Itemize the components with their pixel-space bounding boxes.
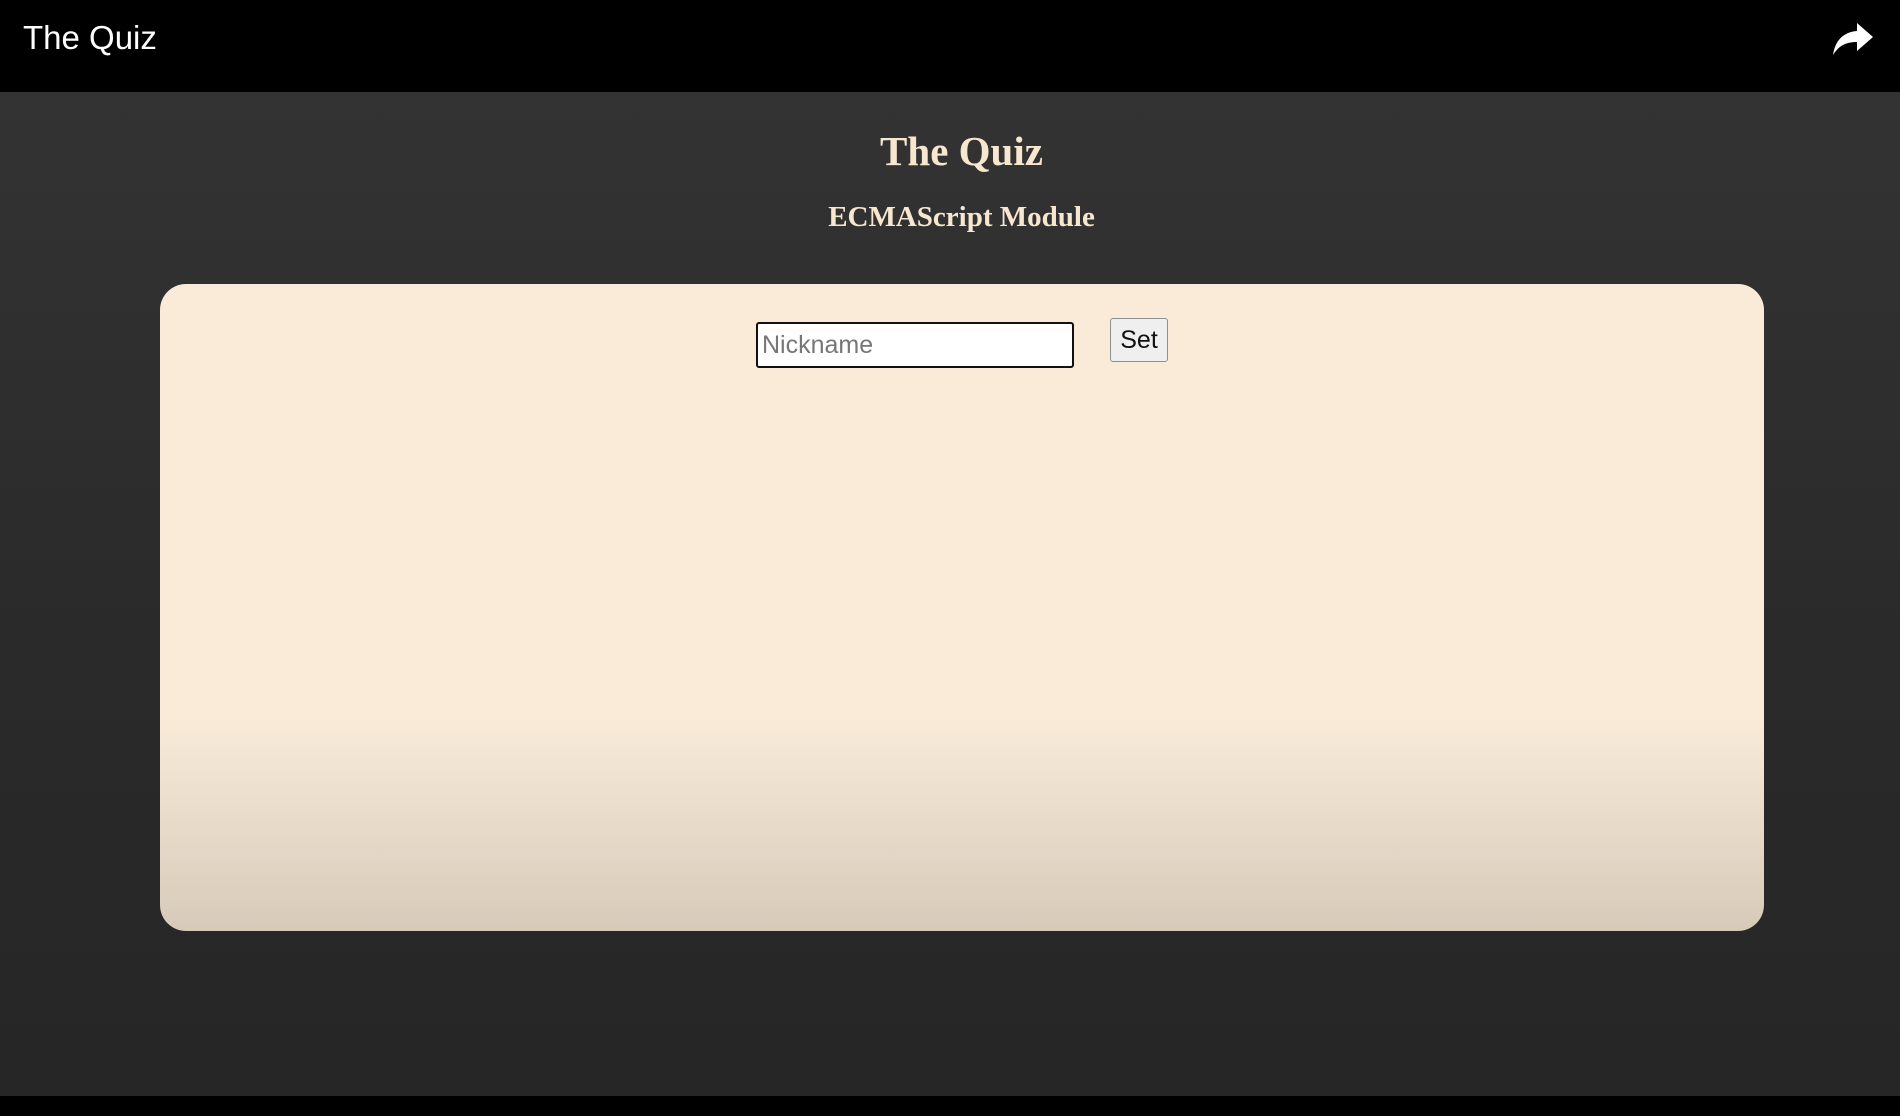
page-title: The Quiz bbox=[880, 128, 1043, 174]
quiz-panel: Set bbox=[160, 284, 1764, 931]
page-body: The Quiz ECMAScript Module Set bbox=[0, 92, 1900, 1096]
video-top-bar: The Quiz bbox=[0, 0, 1900, 92]
nickname-input[interactable] bbox=[756, 322, 1074, 368]
share-arrow-icon[interactable] bbox=[1831, 19, 1875, 59]
bottom-bar bbox=[0, 1096, 1900, 1116]
page-subtitle: ECMAScript Module bbox=[828, 201, 1095, 233]
window-title: The Quiz bbox=[23, 19, 157, 56]
set-button[interactable]: Set bbox=[1110, 318, 1168, 362]
